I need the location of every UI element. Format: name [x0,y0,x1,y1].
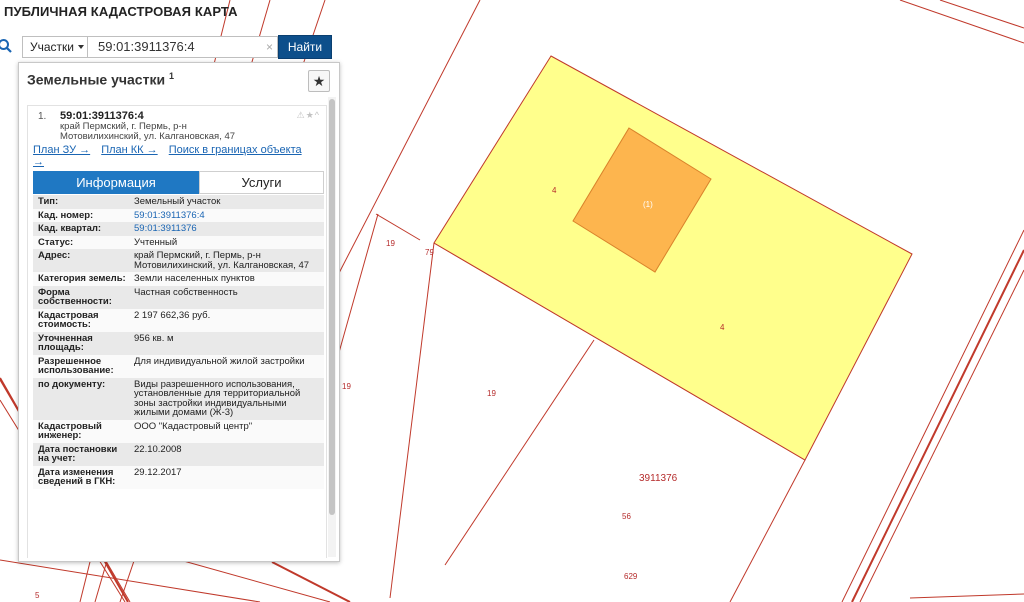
result-index: 1. [38,111,47,122]
results-count: 1 [168,71,174,81]
panel-title: Земельные участки 1 [27,71,174,88]
info-value: Виды разрешенного использования, установ… [130,377,324,420]
info-row: Уточненная площадь: 956 кв. м [33,331,324,355]
info-row: Кадастровый инженер: ООО "Кадастровый цен… [33,419,324,443]
info-value: 956 кв. м [130,331,324,355]
info-row: Разрешенное использование: Для индивидуал… [33,354,324,378]
panel-header: Земельные участки 1 ★ [19,63,339,97]
parcel-label: 4 [552,186,557,195]
info-row: Кад. номер: 59:01:3911376:4 [33,208,324,222]
app-title: ПУБЛИЧНАЯ КАДАСТРОВАЯ КАРТА [4,4,238,19]
info-value: край Пермский, г. Пермь, р-н Мотовилихин… [130,249,324,272]
info-row: Форма собственности: Частная собственност… [33,285,324,309]
info-label: Статус: [33,235,130,249]
search-type-dropdown[interactable]: Участки [22,36,88,58]
info-label: Кад. квартал: [33,222,130,236]
result-address: край Пермский, г. Пермь, р-н Мотовилихин… [60,121,236,142]
info-value[interactable]: 59:01:3911376:4 [130,208,324,222]
parcel-number-label: 79 [425,248,434,257]
info-value: Для индивидуальной жилой застройки [130,354,324,378]
plan-zu-link[interactable]: План ЗУ → [33,144,90,156]
info-label: Уточненная площадь: [33,331,130,355]
scrollbar[interactable] [328,97,336,557]
info-label: Тип: [33,195,130,209]
clear-icon[interactable]: × [266,37,273,57]
search-icon[interactable] [0,38,13,54]
info-row: Статус: Учтенный [33,235,324,249]
search-query: 59:01:3911376:4 [98,39,195,54]
info-label: Разрешенное использование: [33,354,130,378]
parcel-number-label: 5 [35,591,40,600]
favorites-button[interactable]: ★ [308,70,330,92]
info-label: Дата изменения сведений в ГКН: [33,465,130,489]
parcel-number-label: 629 [624,572,638,581]
parcel-label: 4 [720,323,725,332]
info-row: Кадастровая стоимость: 2 197 662,36 руб. [33,308,324,332]
parcel-number-label: 19 [386,239,395,248]
results-panel: Земельные участки 1 ★ 1. 59:01:3911376:4… [18,62,340,562]
info-row: Адрес: край Пермский, г. Пермь, р-н Мотов… [33,249,324,272]
info-label: Кад. номер: [33,208,130,222]
info-label: по документу: [33,377,130,420]
info-label: Форма собственности: [33,285,130,309]
info-value: Частная собственность [130,285,324,309]
parcel-number-label: 56 [622,512,631,521]
info-label: Кадастровый инженер: [33,419,130,443]
info-label: Кадастровая стоимость: [33,308,130,332]
tab-info[interactable]: Информация [33,171,199,194]
quarter-number-label: 3911376 [639,473,678,484]
info-row: Дата постановки на учет: 22.10.2008 [33,442,324,466]
result-card[interactable]: 1. 59:01:3911376:4 край Пермский, г. Пер… [27,105,327,558]
parcel-number-label: 19 [487,389,496,398]
info-row: Тип: Земельный участок [33,195,324,209]
result-tabs: Информация Услуги [33,171,324,194]
chevron-down-icon [78,45,84,49]
info-value[interactable]: 59:01:3911376 [130,222,324,236]
info-label: Дата постановки на учет: [33,442,130,466]
search-button[interactable]: Найти [278,35,332,59]
selected-parcel[interactable] [433,55,913,461]
parcel-number-label: 19 [342,382,351,391]
info-value: 22.10.2008 [130,442,324,466]
info-value: ООО "Кадастровый центр" [130,419,324,443]
info-value: 2 197 662,36 руб. [130,308,324,332]
info-row: Кад. квартал: 59:01:3911376 [33,222,324,236]
info-label: Категория земель: [33,272,130,286]
plan-kk-link[interactable]: План КК → [101,144,157,156]
info-row: Категория земель: Земли населенных пункто… [33,272,324,286]
scrollbar-thumb[interactable] [329,99,335,515]
info-value: 29.12.2017 [130,465,324,489]
building-label: (1) [643,200,653,209]
info-value: Земельный участок [130,195,324,209]
info-row: по документу: Виды разрешенного использов… [33,377,324,420]
info-value: Земли населенных пунктов [130,272,324,286]
info-label: Адрес: [33,249,130,272]
result-links: План ЗУ → План КК → Поиск в границах объ… [33,144,321,168]
info-row: Дата изменения сведений в ГКН: 29.12.2017 [33,465,324,489]
search-type-label: Участки [30,40,74,54]
info-table: Тип: Земельный участок Кад. номер: 59:01:39… [33,195,324,489]
search-input[interactable]: 59:01:3911376:4 × [88,36,278,58]
star-icon: ★ [312,73,326,89]
result-actions-icons[interactable]: ⚠★^ [297,110,320,121]
info-value: Учтенный [130,235,324,249]
panel-title-text: Земельные участки [27,71,166,88]
tab-services[interactable]: Услуги [199,171,324,194]
